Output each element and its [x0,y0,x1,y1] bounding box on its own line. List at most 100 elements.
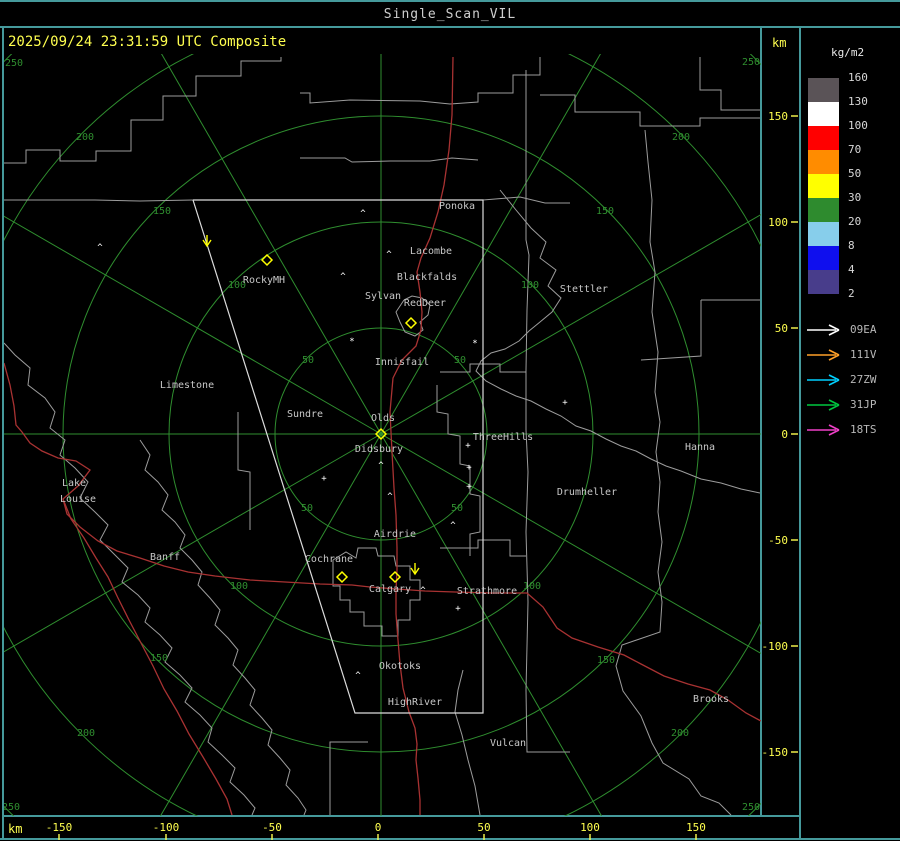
municipal-boundary [4,199,194,202]
range-ring-label: 250 [742,802,760,813]
city-label: Olds [371,413,395,424]
scan-timestamp: 2025/09/24 23:31:59 UTC Composite [8,34,287,50]
range-ring-label: 100 [523,581,541,592]
city-label: RockyMH [243,275,285,286]
town-marker: ^ [340,272,346,282]
municipal-boundary [4,57,282,164]
city-label: Sundre [287,409,323,420]
bottom-axis-unit-label: km [8,822,23,836]
azimuth-spoke [159,433,382,816]
right-axis-unit-label: km [772,36,787,50]
right-axis-tick-label: 50 [775,322,788,335]
city-label: Lacombe [410,246,452,257]
azimuth-spoke [380,214,761,435]
town-marker: + [455,604,461,614]
town-marker: + [465,441,471,451]
range-ring-label: 200 [77,728,95,739]
range-ring-label: 200 [671,728,689,739]
town-marker: + [466,463,472,473]
legend-scale-value: 50 [848,167,862,180]
bottom-axis-tick-label: -100 [153,821,180,834]
radar-site-marker [260,253,274,267]
city-label: Vulcan [490,738,526,749]
map-canvas[interactable]: 50 50 50 50 100 100 100 100 150 150 150 150 200 200 20… [0,0,900,841]
legend-color-swatch [808,102,839,126]
radar-site-marker [335,570,349,584]
range-ring-label: 50 [301,503,313,514]
radar-arrow-icon [807,373,840,386]
range-ring-label: 100 [521,280,539,291]
azimuth-spoke [380,54,601,435]
town-marker: ^ [360,209,366,219]
town-marker: * [472,339,477,349]
radar-id-label: 111V [850,348,877,361]
town-marker: ^ [378,461,384,471]
city-label: Didsbury [355,444,403,455]
city-label: Cochrane [305,554,353,565]
map-layers: 50 505050100 100100100150 150150150200 20020… [2,54,761,816]
range-ring-label: 200 [672,132,690,143]
range-ring-label: 250 [5,58,23,69]
city-label: Ponoka [439,201,475,212]
legend-color-swatch [808,246,839,270]
radar-legend-item: 09EA [806,317,900,342]
legend-scale-value: 30 [848,191,862,204]
city-label: Blackfalds [397,272,457,283]
city-label: Drumheller [557,487,617,498]
city-label: Sylvan [365,291,401,302]
range-ring-label: 50 [451,503,463,514]
right-axis-tick-label: 0 [781,428,788,441]
right-axis-tick-label: -150 [762,746,789,759]
city-label: HighRiver [388,697,442,708]
bottom-axis-tick-label: -50 [262,821,282,834]
city-label: Lake [62,478,86,489]
radar-map-svg[interactable]: 50 505050100 100100100150 150150150200 20020… [0,0,900,841]
legend-scale-value: 2 [848,287,855,300]
municipal-boundary [139,439,307,816]
range-ring-label: 150 [596,206,614,217]
range-ring-label: 150 [150,653,168,664]
right-axis-tick-label: -100 [762,640,789,653]
legend-color-swatch [808,198,839,222]
city-label: Strathmore [457,586,517,597]
range-ring-label: 250 [742,57,760,68]
town-marker: * [349,337,354,347]
radar-legend-item: 27ZW [806,367,900,392]
radar-id-label: 09EA [850,323,877,336]
city-label: Airdrie [374,529,416,540]
range-ring-label: 200 [76,132,94,143]
municipal-boundary [615,129,732,816]
town-marker: ^ [355,671,361,681]
town-marker: ^ [386,250,392,260]
town-marker: + [562,398,568,408]
city-label: Brooks [693,694,729,705]
town-marker: + [466,482,472,492]
radar-legend-item: 31JP [806,392,900,417]
radar-legend-item: 18TS [806,417,900,442]
city-label: RedDeer [404,298,446,309]
city-label: Limestone [160,380,214,391]
legend-color-swatch [808,150,839,174]
legend-color-swatch [808,78,839,102]
legend-scale-value: 70 [848,143,862,156]
range-ring-label: 50 [302,355,314,366]
city-label: Hanna [685,442,715,453]
radar-arrow-icon [807,398,840,411]
color-scale: 160 130 100 70 50 30 20 8 4 2 [808,71,900,318]
town-marker: ^ [450,521,456,531]
highway-line [62,498,233,816]
radar-id-label: 18TS [850,423,877,436]
legend-color-swatch [808,222,839,246]
city-label: Innisfail [375,357,429,368]
range-ring-label: 50 [454,355,466,366]
legend-scale-value: 130 [848,95,868,108]
legend-scale-value: 160 [848,71,868,84]
radar-site-marker [404,316,418,330]
radar-site-marker [388,570,402,584]
radar-arrow-icon [807,348,840,361]
right-axis-tick-label: 100 [768,216,788,229]
city-label: Stettler [560,284,608,295]
range-ring-label: 250 [2,802,20,813]
legend-unit-label: kg/m2 [831,46,865,59]
radar-site-legend: 09EA 111V 27ZW 31JP 18TS [806,317,900,442]
